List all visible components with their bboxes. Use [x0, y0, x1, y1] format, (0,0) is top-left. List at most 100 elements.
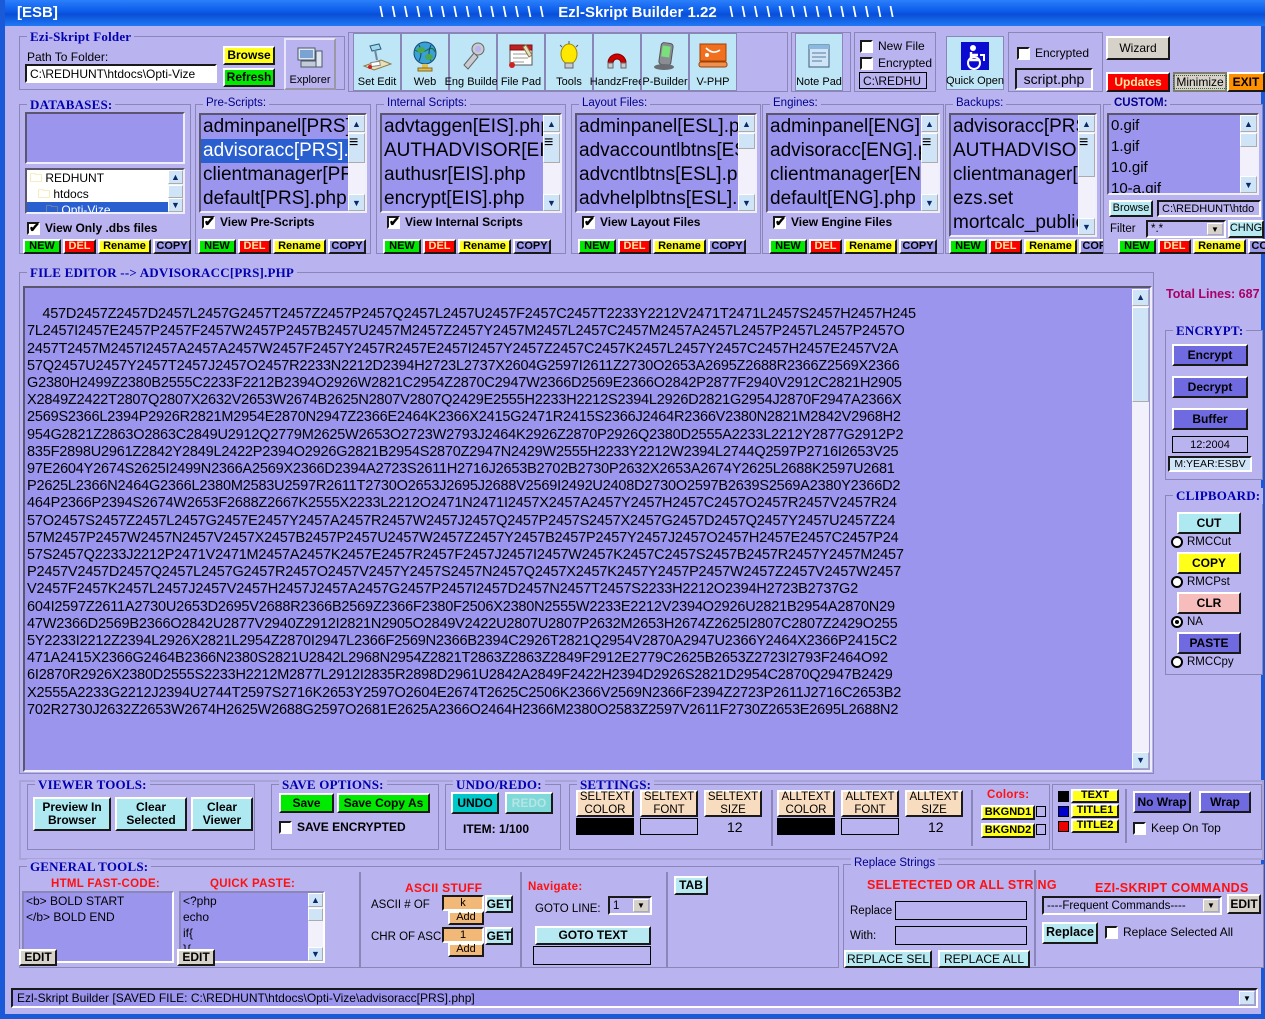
commands-combo[interactable]: ----Frequent Commands---- ▼ — [1042, 896, 1222, 915]
list-item[interactable]: authusr[EIS].php — [382, 163, 560, 187]
wrap-button[interactable]: Wrap — [1199, 791, 1251, 813]
eng-new-button[interactable]: NEW — [769, 239, 807, 254]
custom-browse-button[interactable]: Browse — [1109, 200, 1153, 217]
list-item[interactable]: <b> BOLD START — [24, 893, 172, 909]
scroll-down-icon[interactable]: ▼ — [1132, 752, 1149, 769]
keep-on-top-checkbox[interactable]: Keep On Top — [1133, 821, 1221, 835]
redhu-path-input[interactable]: C:\REDHU — [859, 72, 927, 89]
scroll-down-icon[interactable]: ▼ — [1078, 218, 1095, 235]
list-item[interactable]: default[PRS].php — [201, 187, 365, 211]
view-engine-files-checkbox[interactable]: View Engine Files — [773, 214, 892, 230]
paste-button[interactable]: PASTE — [1177, 632, 1241, 654]
copy-button[interactable]: COPY — [1177, 552, 1241, 574]
redo-button[interactable]: REDO — [505, 792, 553, 814]
scroll-thumb[interactable]: ≡ — [921, 133, 938, 163]
view-layout-files-checkbox[interactable]: View Layout Files — [582, 214, 700, 230]
list-item[interactable]: default[ENG].php — [768, 187, 938, 211]
scroll-down-icon[interactable]: ▼ — [1240, 176, 1257, 193]
list-item[interactable]: adminpanel[PRS]. — [201, 115, 365, 139]
folder-tree[interactable]: 🗀 REDHUNT 🗀 htdocs 🗀 Opti-Vize ▲ ▼ — [25, 168, 185, 214]
scroll-thumb[interactable] — [168, 185, 183, 198]
save-button[interactable]: Save — [279, 793, 334, 813]
clear-viewer-button[interactable]: Clear Viewer — [191, 797, 253, 831]
title1-color-swatch[interactable] — [1058, 806, 1069, 817]
lay-copy-button[interactable]: COPY — [708, 239, 746, 254]
custom-path-input[interactable]: C:\REDHUNT\htdo — [1157, 200, 1261, 217]
replace-sel-button[interactable]: REPLACE SEL — [844, 950, 932, 968]
bak-del-button[interactable]: DEL — [989, 239, 1022, 254]
list-scrollbar[interactable]: ▲ ▼ — [308, 893, 323, 961]
chevron-down-icon[interactable]: ▼ — [1207, 223, 1223, 235]
chr-add-button[interactable]: Add — [448, 943, 484, 957]
tab-button[interactable]: TAB — [674, 876, 708, 895]
lay-new-button[interactable]: NEW — [578, 239, 616, 254]
ascii-num-input[interactable]: k — [442, 895, 484, 911]
scroll-up-icon[interactable]: ▲ — [921, 115, 938, 132]
pre-scripts-listbox[interactable]: adminpanel[PRS]. advisoracc[PRS].p clien… — [199, 113, 367, 213]
na-radio[interactable]: NA — [1171, 616, 1203, 628]
text-button[interactable]: TEXT — [1071, 789, 1119, 803]
eng-del-button[interactable]: DEL — [809, 239, 842, 254]
lay-del-button[interactable]: DEL — [618, 239, 651, 254]
layout-files-listbox[interactable]: adminpanel[ESL].p advaccountlbtns[ES adv… — [575, 113, 757, 213]
script-name-input[interactable]: script.php — [1015, 68, 1093, 90]
list-item[interactable]: advaccountlbtns[ES — [577, 139, 755, 163]
encrypt-button[interactable]: Encrypt — [1172, 344, 1248, 366]
tree-scrollbar[interactable]: ▲ ▼ — [168, 170, 183, 212]
list-item[interactable]: </b> BOLD END — [24, 909, 172, 925]
scroll-thumb[interactable]: ≡ — [543, 133, 560, 163]
list-item[interactable]: ezs.set — [951, 187, 1095, 211]
chr-input[interactable]: 1 — [442, 927, 484, 943]
list-item[interactable]: encrypt[EIS].php — [382, 187, 560, 211]
toolbar-tools[interactable]: Tools — [545, 33, 593, 91]
toolbar-v-php[interactable]: V-PHP — [689, 33, 737, 91]
list-item[interactable]: adminpanel[ESL].p — [577, 115, 755, 139]
bkgnd1-swatch[interactable] — [1036, 806, 1046, 817]
bkgnd2-button[interactable]: BKGND2 — [981, 823, 1035, 838]
scroll-up-icon[interactable]: ▲ — [1132, 289, 1149, 306]
list-item[interactable]: advisoracc[ENG].p — [768, 139, 938, 163]
view-dbs-checkbox[interactable]: View Only .dbs files — [27, 220, 157, 236]
seltext-size-button[interactable]: SELTEXT SIZE — [704, 790, 762, 817]
list-item[interactable]: if{ — [181, 925, 323, 941]
toolbar-web[interactable]: Web — [401, 33, 449, 91]
save-copy-as-button[interactable]: Save Copy As — [337, 793, 430, 813]
list-item[interactable]: clientmanager[EN — [768, 163, 938, 187]
scroll-down-icon[interactable]: ▼ — [168, 198, 183, 212]
list-scrollbar[interactable]: ▲ ≡ ▼ — [348, 115, 365, 211]
buffer-button[interactable]: Buffer — [1172, 408, 1248, 430]
engines-listbox[interactable]: adminpanel[ENG] advisoracc[ENG].p client… — [766, 113, 940, 213]
cus-rename-button[interactable]: Rename — [1193, 239, 1246, 254]
toolbar-file-pad[interactable]: File Pad — [497, 33, 545, 91]
int-copy-button[interactable]: COPY — [513, 239, 551, 254]
encrypt-year-field[interactable]: M:YEAR:ESBV — [1168, 456, 1252, 472]
quick-paste-edit-button[interactable]: EDIT — [177, 949, 215, 966]
seltext-color-swatch[interactable] — [576, 818, 634, 835]
html-fastcode-edit-button[interactable]: EDIT — [19, 949, 57, 966]
cus-copy-button[interactable]: COPY — [1248, 239, 1265, 254]
scroll-thumb[interactable] — [308, 908, 323, 921]
wizard-button[interactable]: Wizard — [1106, 36, 1170, 60]
list-item[interactable]: advcntlbtns[ESL].ph — [577, 163, 755, 187]
eng-copy-button[interactable]: COPY — [899, 239, 937, 254]
list-item[interactable]: AUTHADVISOR[EIS — [382, 139, 560, 163]
list-item[interactable]: mortcalc_public[ — [951, 211, 1095, 235]
exit-button[interactable]: EXIT — [1227, 72, 1265, 92]
lay-rename-button[interactable]: Rename — [653, 239, 706, 254]
list-item[interactable]: advisoracc[PRS] — [951, 115, 1095, 139]
title2-button[interactable]: TITLE2 — [1071, 819, 1119, 833]
browse-button[interactable]: Browse — [223, 46, 275, 65]
cut-button[interactable]: CUT — [1177, 512, 1241, 534]
status-bar-dropdown-icon[interactable]: ▼ — [1239, 991, 1255, 1005]
list-scrollbar[interactable]: ▲ ≡ ▼ — [1078, 115, 1095, 235]
preview-in-browser-button[interactable]: Preview In Browser — [33, 797, 111, 831]
rmcpst-radio[interactable]: RMCPst — [1171, 576, 1230, 588]
clr-button[interactable]: CLR — [1177, 592, 1241, 614]
refresh-button[interactable]: Refresh — [223, 68, 275, 87]
int-rename-button[interactable]: Rename — [458, 239, 511, 254]
list-item[interactable]: 1.gif — [1109, 136, 1257, 157]
text-color-swatch[interactable] — [1058, 791, 1069, 802]
save-encrypted-checkbox[interactable]: SAVE ENCRYPTED — [279, 820, 406, 834]
rmccut-radio[interactable]: RMCCut — [1171, 536, 1231, 548]
chevron-down-icon[interactable]: ▼ — [633, 899, 649, 912]
